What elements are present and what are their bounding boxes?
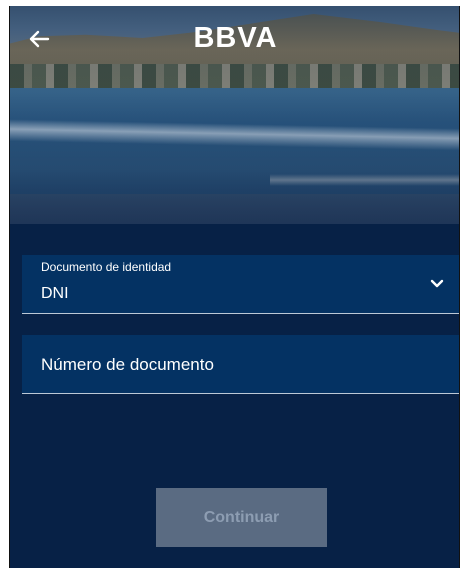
document-type-label: Documento de identidad: [41, 260, 172, 274]
document-number-placeholder: Número de documento: [41, 355, 214, 374]
document-type-select[interactable]: Documento de identidad DNI: [22, 255, 459, 314]
continue-button[interactable]: Continuar: [156, 488, 327, 547]
bbva-logo: BBVA: [193, 22, 278, 54]
app-screen: BBVA Documento de identidad DNI Número d…: [9, 6, 460, 568]
chevron-down-icon[interactable]: [429, 276, 445, 292]
document-type-value: DNI: [41, 285, 69, 302]
document-number-field[interactable]: Número de documento: [22, 335, 459, 394]
